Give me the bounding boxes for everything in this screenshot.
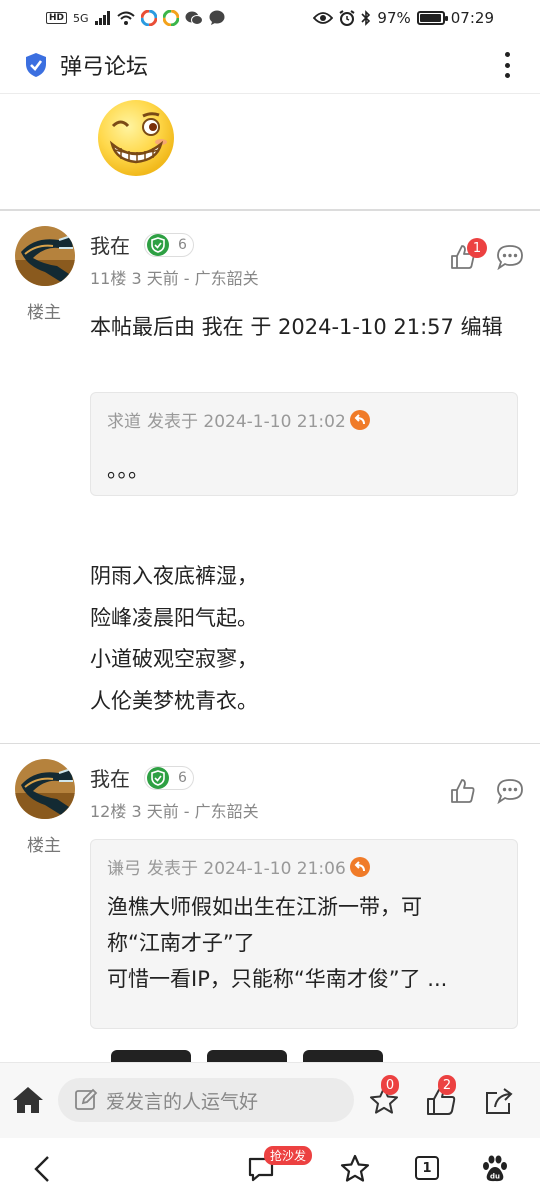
op-label: 楼主 (27, 303, 61, 323)
author-name[interactable]: 我在 (90, 230, 130, 259)
alarm-icon (339, 10, 355, 26)
verified-shield-icon (147, 234, 169, 256)
app-notification-icon-2 (162, 10, 179, 26)
level-number: 6 (178, 237, 187, 253)
quote-date: 发表于 2024-1-10 21:02 (147, 412, 346, 432)
svg-text:du: du (490, 1173, 500, 1181)
shield-icon (26, 52, 46, 77)
poem: 阴雨入夜底裤湿， 险峰凌晨阳气起。 小道破观空寂寥， 人伦美梦枕青衣。 (90, 556, 258, 722)
level-number: 6 (178, 770, 187, 786)
tab-switcher-icon[interactable]: 1 (415, 1156, 439, 1180)
comment-input[interactable]: 爱发言的人运气好 (58, 1078, 354, 1122)
status-right: 97% 07:29 (313, 9, 494, 27)
status-bar: HD 5G 97% 07:29 (0, 0, 540, 36)
baidu-paw-icon[interactable]: du (480, 1154, 510, 1184)
quote-line: 称“江南才子”了 (107, 931, 255, 955)
quote-text: 。。。 (107, 458, 149, 482)
quote-author[interactable]: 谦弓 (107, 854, 141, 879)
quote-box: 谦弓 发表于 2024-1-10 21:06 渔樵大师假如出生在江浙一带，可 称… (90, 839, 518, 1029)
avatar[interactable] (15, 759, 75, 819)
message-icon (209, 10, 225, 25)
quote-date: 发表于 2024-1-10 21:06 (147, 859, 346, 879)
comment-icon[interactable] (496, 244, 524, 270)
wifi-icon (116, 11, 135, 25)
favorite-count-badge: 0 (381, 1075, 399, 1095)
level-badge: 6 (144, 766, 194, 790)
post-meta: 11楼 3 天前 - 广东韶关 (90, 269, 259, 288)
avatar[interactable] (15, 226, 75, 286)
wechat-icon (185, 11, 203, 25)
signal-icon (94, 11, 110, 25)
quote-line: 渔樵大师假如出生在江浙一带，可 (107, 895, 422, 919)
edit-icon (75, 1088, 98, 1110)
quote-box: 求道 发表于 2024-1-10 21:02 。。。 (90, 392, 518, 496)
like-count-badge: 1 (467, 238, 487, 258)
page-title: 弹弓论坛 (60, 54, 149, 80)
level-badge: 6 (144, 233, 194, 257)
battery-icon (416, 11, 448, 25)
comment-input-placeholder: 爱发言的人运气好 (106, 1090, 259, 1113)
post-image-strip (0, 1050, 540, 1064)
edit-note: 本帖最后由 我在 于 2024-1-10 21:57 编辑 (90, 315, 503, 339)
quote-text: 渔樵大师假如出生在江浙一带，可 称“江南才子”了 可惜一看IP，只能称“华南才俊… (107, 889, 501, 997)
quote-meta: 谦弓 发表于 2024-1-10 21:06 (107, 854, 501, 879)
app-header: 弹弓论坛 (0, 36, 540, 94)
like-count-badge: 2 (438, 1075, 456, 1095)
bluetooth-icon (361, 10, 371, 26)
author-name[interactable]: 我在 (90, 763, 130, 792)
star-icon[interactable] (340, 1154, 370, 1184)
op-label: 楼主 (27, 836, 61, 856)
home-icon[interactable] (12, 1085, 44, 1115)
thumbs-up-icon[interactable] (450, 778, 476, 804)
grab-sofa-badge: 抢沙发 (264, 1146, 313, 1165)
eye-icon (313, 12, 334, 24)
post-floor-11: 楼主 我在 6 11楼 3 天前 - 广东韶关 1 本帖最后由 我在 于 202… (0, 210, 540, 743)
post-meta: 12楼 3 天前 - 广东韶关 (90, 802, 259, 821)
verified-shield-icon (147, 767, 169, 789)
poem-line: 险峰凌晨阳气起。 (90, 605, 258, 630)
post-floor-12: 楼主 我在 6 12楼 3 天前 - 广东韶关 谦弓 发表于 2024-1-10… (0, 743, 540, 1063)
battery-fill (419, 14, 442, 22)
quote-meta: 求道 发表于 2024-1-10 21:02 (107, 407, 501, 432)
share-icon[interactable] (483, 1085, 515, 1117)
back-icon[interactable] (28, 1154, 58, 1184)
network-indicator: 5G (73, 11, 89, 25)
hd-indicator: HD (46, 12, 68, 24)
poem-line: 阴雨入夜底裤湿， (90, 564, 258, 588)
comment-icon[interactable] (496, 778, 524, 804)
jump-to-quote-icon[interactable] (349, 409, 370, 430)
grinning-wink-emoji-icon (98, 100, 174, 176)
poem-line: 人伦美梦枕青衣。 (90, 688, 258, 713)
app-notification-icon (140, 10, 157, 26)
battery-percent: 97% (377, 9, 411, 27)
browser-nav-bar: 抢沙发 1 du (0, 1138, 540, 1200)
previous-post-content (0, 94, 540, 210)
clock: 07:29 (450, 9, 494, 27)
post-divider (0, 210, 540, 211)
status-left: HD 5G (46, 10, 225, 26)
quote-line: 可惜一看IP，只能称“华南才俊”了 ... (107, 967, 448, 991)
jump-to-quote-icon[interactable] (349, 856, 370, 877)
quote-author[interactable]: 求道 (107, 407, 141, 432)
poem-line: 小道破观空寂寥， (90, 647, 258, 671)
bottom-action-bar: 爱发言的人运气好 0 2 (0, 1062, 540, 1138)
more-options-icon[interactable] (504, 52, 510, 78)
